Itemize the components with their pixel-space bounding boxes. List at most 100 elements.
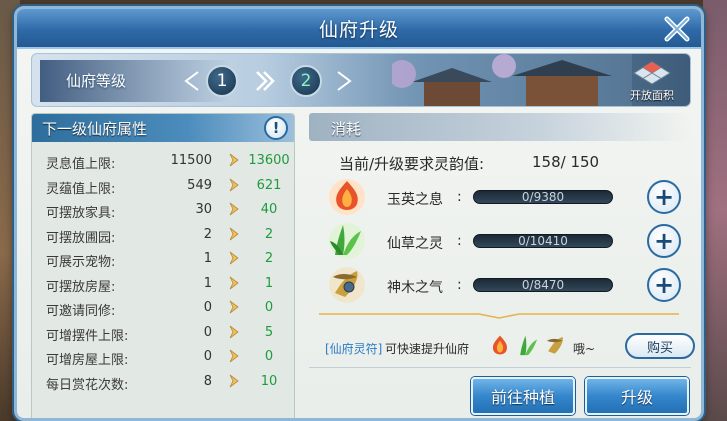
attribute-name: 可邀请同修: [46,304,116,319]
plus-icon: + [653,227,675,255]
flame-flower-icon [329,179,365,215]
attribute-next-value: 5 [264,324,274,340]
attribute-row: 可展示宠物: 1 2 [32,248,294,270]
herb-leaf-icon [329,223,365,259]
attribute-name: 灵息值上限: [46,157,116,172]
grid-area-icon [633,61,671,85]
attribute-current-value: 0 [203,349,212,364]
dialog-title: 仙府升级 [318,18,399,41]
wood-relic-icon [329,267,365,303]
resource-row-xiancao: 仙草之灵 : 0/10410 + [327,221,687,261]
resource-name: 玉英之息 [387,192,443,208]
attribute-next-value: 2 [264,226,274,242]
add-resource-button-xiancao[interactable]: + [647,224,681,258]
upgrade-dialog: 仙府升级 仙府等级 1 2 开放面积 下一级仙府属性 ! 灵息值上限: 1150… [14,6,704,421]
title-bar: 仙府升级 [17,9,701,49]
resource-progress-text: 0/8470 [521,278,565,292]
info-button[interactable]: ! [264,116,288,140]
attribute-current-value: 549 [187,177,212,193]
arrow-right-icon [229,227,239,240]
resource-row-yuying: 玉英之息 : 0/9380 + [327,177,687,217]
attributes-title: 下一级仙府属性 [42,119,148,138]
resource-progress-text: 0/9380 [521,190,565,204]
next-level-badge: 2 [290,65,322,97]
attribute-next-value: 0 [264,300,274,315]
attribute-row: 可增房屋上限: 0 0 [32,346,294,368]
attribute-current-value: 8 [203,373,212,389]
upgrade-button[interactable]: 升级 [585,377,689,415]
flame-flower-icon [492,335,508,355]
tip-text: 可快速提升仙府 [385,342,470,356]
talisman-link[interactable]: [仙府灵符] [325,340,382,357]
attribute-row: 可邀请同修: 0 0 [32,297,294,319]
buy-button[interactable]: 购买 [625,333,695,359]
tip-row: [仙府灵符] 可快速提升仙府 哦~ 购买 [325,331,695,363]
attribute-next-value: 10 [260,373,278,389]
add-resource-button-yuying[interactable]: + [647,180,681,214]
chevron-left-icon [184,71,199,91]
attribute-current-value: 0 [203,300,212,315]
cost-header: 消耗 [309,113,691,141]
attribute-name: 可摆放家具: [46,206,116,221]
resource-progress-bar: 0/10410 [473,234,613,248]
arrow-right-icon [229,325,239,338]
attributes-panel: 下一级仙府属性 ! 灵息值上限: 11500 13600 灵蕴值上限: 549 621 可摆… [31,113,295,418]
open-area-button[interactable]: 开放面积 [622,60,682,104]
resource-colon: : [457,277,462,293]
current-level-badge: 1 [206,65,238,97]
attribute-current-value: 0 [203,324,212,340]
plus-icon: + [653,183,675,211]
attribute-row: 灵蕴值上限: 549 621 [32,175,294,197]
attribute-next-value: 2 [264,251,274,266]
arrow-right-icon [229,153,239,167]
close-button[interactable] [659,11,695,47]
arrow-right-icon [229,300,239,314]
arrow-right-icon [229,178,239,191]
ornament-divider [319,313,679,319]
attribute-next-value: 0 [264,349,274,364]
attributes-header: 下一级仙府属性 ! [32,114,294,142]
attribute-next-value: 1 [264,275,274,291]
attribute-name: 可摆放房屋: [46,279,116,295]
plus-icon: + [653,271,675,299]
resource-colon: : [457,189,462,205]
resource-colon: : [457,233,462,249]
chevron-right-icon [337,71,352,91]
cost-panel: 消耗 当前/升级要求灵韵值: 158/ 150 玉英之息 : 0/9380 + [309,113,695,418]
level-label: 仙府等级 [66,72,127,90]
attribute-name: 可增房屋上限: [46,353,129,368]
requirement-label: 当前/升级要求灵韵值: [339,155,485,173]
attribute-current-value: 2 [203,226,212,242]
arrow-right-icon [229,374,239,387]
attribute-next-value: 13600 [248,153,290,168]
arrow-right-icon [229,349,239,363]
attribute-name: 灵蕴值上限: [46,181,116,197]
resource-name: 神木之气 [387,280,443,296]
arrow-right-icon [229,251,239,265]
double-chevron-right-icon [256,71,275,91]
level-banner: 仙府等级 1 2 开放面积 [31,53,691,107]
attribute-name: 可增摆件上限: [46,328,129,344]
cost-title: 消耗 [331,120,362,138]
resource-progress-bar: 0/8470 [473,278,613,292]
attribute-name: 可摆放圃园: [46,230,116,246]
attribute-next-value: 40 [260,202,278,217]
attribute-name: 每日赏花次数: [46,377,129,393]
pavilion-illustration [392,54,632,106]
separator [309,367,691,368]
attribute-next-value: 621 [256,177,282,193]
go-plant-button[interactable]: 前往种植 [471,377,575,415]
resource-name: 仙草之灵 [387,236,443,252]
attribute-current-value: 11500 [170,153,212,168]
resource-progress-text: 0/10410 [518,234,568,248]
attribute-row: 可摆放圃园: 2 2 [32,224,294,246]
resource-row-shenmu: 神木之气 : 0/8470 + [327,265,687,305]
arrow-right-icon [229,202,239,216]
wood-relic-icon [546,336,563,354]
requirement-value: 158/ 150 [532,153,600,171]
arrow-right-icon [229,276,239,289]
attribute-current-value: 1 [203,275,212,291]
tip-suffix: 哦~ [573,342,596,356]
add-resource-button-shenmu[interactable]: + [647,268,681,302]
attribute-row: 每日赏花次数: 8 10 [32,371,294,393]
